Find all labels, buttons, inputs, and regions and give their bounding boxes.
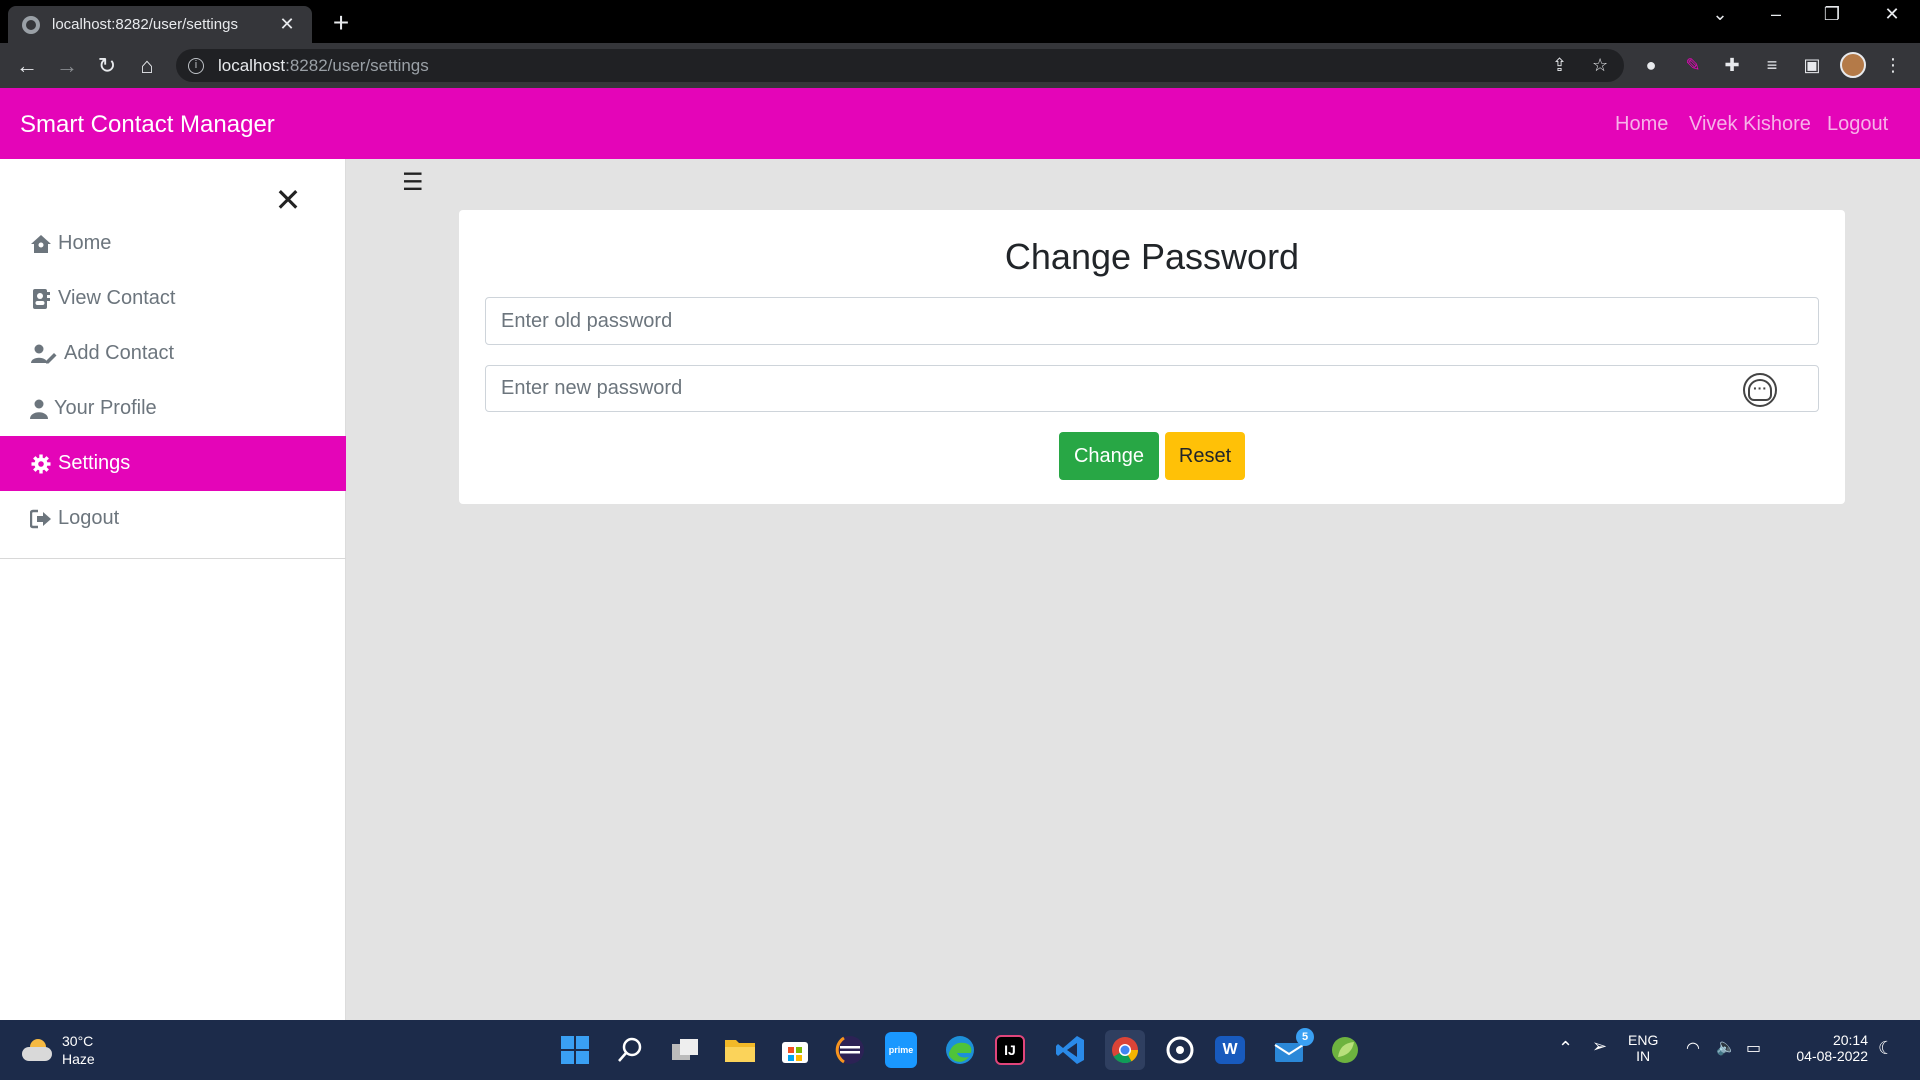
sidebar-item-label: Home	[58, 232, 112, 254]
globe-icon	[22, 15, 40, 34]
sidebar-item-your-profile[interactable]: Your Profile	[0, 381, 346, 436]
microsoft-store-icon[interactable]	[775, 1030, 815, 1070]
share-icon[interactable]: ⇪	[1552, 55, 1567, 76]
vscode-icon[interactable]	[1050, 1030, 1090, 1070]
clock-date: 04-08-2022	[1796, 1048, 1868, 1064]
home-icon[interactable]: ⌂	[132, 51, 162, 81]
sidebar-item-label: Logout	[58, 507, 120, 529]
restore-button[interactable]: ❐	[1812, 4, 1852, 25]
language-indicator[interactable]: ENG IN	[1628, 1032, 1658, 1064]
wifi-icon[interactable]: ◠	[1686, 1038, 1700, 1058]
windows-taskbar: 30°C Haze prime IJ W 5 ⌃ ➢ ENG IN ◠ 🔈 ▭ …	[0, 1020, 1920, 1080]
mail-badge: 5	[1296, 1028, 1314, 1046]
clock-time: 20:14	[1832, 1032, 1868, 1048]
page-title: Change Password	[1004, 236, 1300, 277]
tab-search-icon[interactable]: ⌄	[1700, 4, 1740, 25]
close-window-button[interactable]: ✕	[1872, 4, 1912, 25]
file-explorer-icon[interactable]	[720, 1030, 760, 1070]
user-edit-icon	[30, 343, 58, 365]
url-host: localhost	[218, 55, 286, 75]
volume-icon[interactable]: 🔈	[1716, 1037, 1736, 1057]
show-hidden-icons-chevron-icon[interactable]: ⌃	[1558, 1038, 1573, 1059]
reset-button[interactable]: Reset	[1165, 432, 1245, 480]
hamburger-menu-icon[interactable]: ☰	[402, 168, 424, 197]
change-button[interactable]: Change	[1059, 432, 1159, 480]
address-book-icon	[30, 288, 52, 310]
search-icon[interactable]	[610, 1030, 650, 1070]
eclipse-ide-icon[interactable]	[830, 1030, 870, 1070]
weather-widget[interactable]: 30°C Haze	[22, 1032, 95, 1068]
focus-moon-icon[interactable]: ☾	[1878, 1038, 1894, 1059]
word-icon[interactable]: W	[1215, 1036, 1245, 1064]
task-view-icon[interactable]	[665, 1030, 705, 1070]
intellij-idea-icon[interactable]: IJ	[995, 1035, 1025, 1065]
chrome-browser-icon[interactable]	[1105, 1030, 1145, 1070]
gear-icon	[30, 453, 52, 475]
edge-browser-icon[interactable]	[940, 1030, 980, 1070]
url-path: :8282/user/settings	[285, 55, 429, 75]
clock[interactable]: 20:14 04-08-2022	[1784, 1032, 1868, 1064]
media-app-icon[interactable]	[1160, 1030, 1200, 1070]
region-code: IN	[1636, 1048, 1651, 1064]
media-control-icon[interactable]: ≡	[1759, 52, 1785, 78]
extension-pen-icon[interactable]: ✎	[1680, 52, 1706, 78]
forward-icon[interactable]: →	[52, 51, 82, 81]
nav-link-logout[interactable]: Logout	[1827, 113, 1888, 136]
extension-mouse-icon[interactable]: ●	[1638, 52, 1664, 78]
nav-link-home[interactable]: Home	[1615, 113, 1668, 136]
browser-toolbar: ← → ↻ ⌂ i localhost:8282/user/settings ⇪…	[0, 43, 1920, 88]
sidebar-item-logout[interactable]: Logout	[0, 491, 346, 546]
tab-close-icon[interactable]: ✕	[276, 14, 298, 35]
new-password-input[interactable]	[485, 365, 1819, 412]
weather-condition: Haze	[62, 1051, 95, 1067]
extensions-puzzle-icon[interactable]: ✚	[1719, 52, 1745, 78]
info-icon[interactable]: i	[188, 57, 204, 74]
temperature: 30°C	[62, 1033, 94, 1049]
sidebar-item-label: Your Profile	[54, 397, 157, 419]
browser-tab-bar: localhost:8282/user/settings ✕ + ⌄ – ❐ ✕	[0, 0, 1920, 43]
bookmark-star-icon[interactable]: ☆	[1592, 55, 1608, 76]
nav-link-user[interactable]: Vivek Kishore	[1689, 113, 1811, 136]
home-icon	[30, 233, 52, 255]
reload-icon[interactable]: ↻	[92, 51, 122, 81]
prime-video-icon[interactable]: prime	[885, 1032, 917, 1068]
brand-logo-text[interactable]: Smart Contact Manager	[20, 111, 275, 139]
sidebar-item-label: Settings	[58, 452, 131, 474]
sidebar-item-view-contact[interactable]: View Contact	[0, 271, 346, 326]
spring-tool-suite-icon[interactable]	[1325, 1030, 1365, 1070]
start-windows-icon[interactable]	[555, 1030, 595, 1070]
sidebar-item-home[interactable]: Home	[0, 216, 346, 271]
browser-tab[interactable]: localhost:8282/user/settings ✕	[8, 6, 312, 43]
tab-title: localhost:8282/user/settings	[52, 16, 238, 33]
back-icon[interactable]: ←	[12, 51, 42, 81]
address-bar[interactable]: i localhost:8282/user/settings ⇪ ☆	[176, 49, 1624, 82]
user-icon	[30, 398, 48, 420]
close-sidebar-icon[interactable]: ✕	[272, 181, 304, 219]
sidebar-item-settings[interactable]: Settings	[0, 436, 346, 491]
battery-icon[interactable]: ▭	[1746, 1038, 1761, 1058]
side-panel-icon[interactable]: ▣	[1799, 52, 1825, 78]
change-password-card: Change Password ··· Change Reset	[459, 210, 1845, 504]
language-code: ENG	[1628, 1032, 1659, 1048]
old-password-input[interactable]	[485, 297, 1819, 345]
sidebar-item-label: Add Contact	[64, 342, 175, 364]
sidebar: ✕ Home View Contact Add Contact Your Pro…	[0, 159, 346, 1020]
partly-cloudy-icon	[22, 1039, 52, 1061]
logout-icon	[30, 508, 52, 530]
sidebar-divider	[0, 558, 346, 559]
menu-kebab-icon[interactable]: ⋮	[1880, 52, 1906, 78]
sidebar-item-add-contact[interactable]: Add Contact	[0, 326, 346, 381]
minimize-button[interactable]: –	[1756, 4, 1796, 25]
app-navbar: Smart Contact Manager Home Vivek Kishore…	[0, 88, 1920, 159]
profile-avatar[interactable]	[1840, 52, 1866, 78]
password-manager-icon[interactable]: ···	[1743, 373, 1777, 407]
mail-icon[interactable]: 5	[1270, 1028, 1314, 1070]
location-arrow-icon[interactable]: ➢	[1592, 1036, 1607, 1057]
new-tab-button[interactable]: +	[326, 7, 356, 39]
sidebar-item-label: View Contact	[58, 287, 176, 309]
